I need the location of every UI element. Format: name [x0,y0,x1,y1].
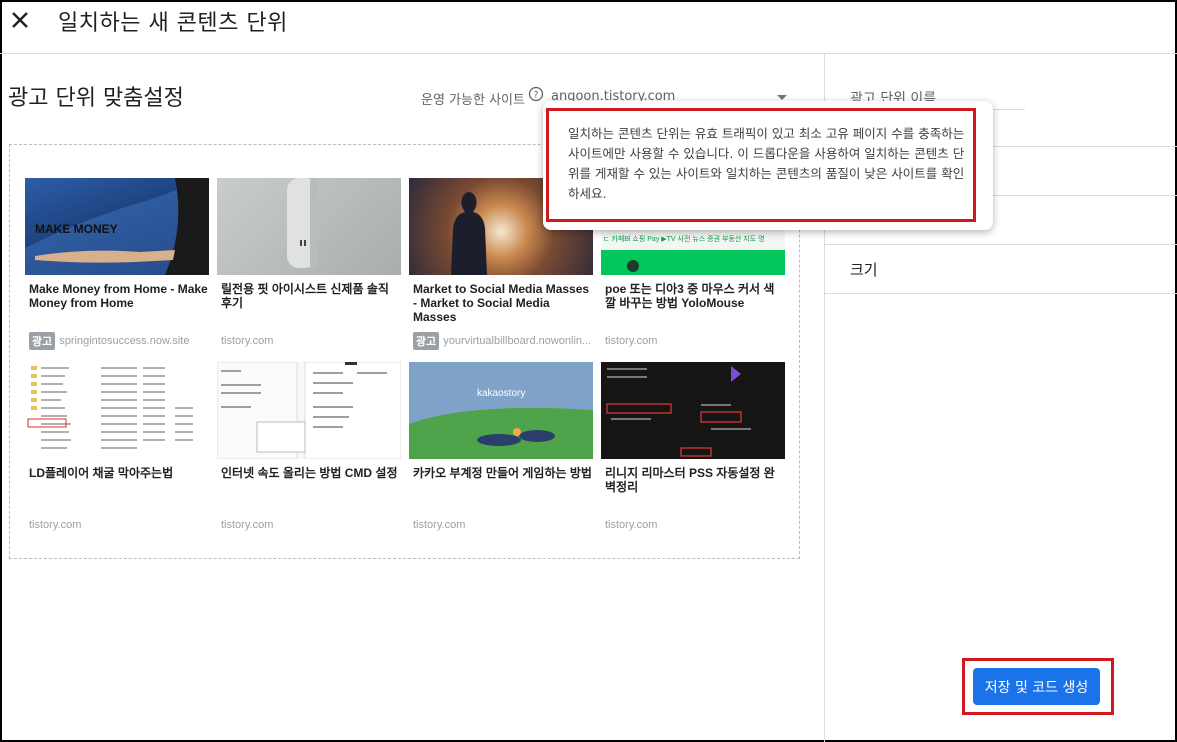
card-source: tistory.com [413,516,593,534]
card-thumbnail: MAKE MONEY [25,178,209,275]
card-source: tistory.com [605,332,785,350]
dialog-header: 일치하는 새 콘텐츠 단위 [0,0,1177,54]
card-source: 광고 springintosuccess.now.site [29,332,209,350]
thumb-text: ㄷ 카페Bl 쇼핑 Pay ▶TV 사전 뉴스 증권 부동산 지도 영 [603,236,765,243]
card-source: tistory.com [605,516,785,534]
thumb-text: MAKE MONEY [35,222,118,236]
card-thumbnail [601,362,785,459]
card-title: poe 또는 디아3 중 마우스 커서 색깔 바꾸는 방법 YoloMouse [605,282,775,310]
divider [825,244,1177,245]
card-title: 릴전용 핏 아이시스트 신제품 솔직 후기 [221,282,389,310]
source-text: yourvirtualbillboard.nowonlin... [443,335,592,347]
source-text: tistory.com [413,519,466,531]
site-label: 운영 가능한 사이트 [421,93,525,108]
svg-text:?: ? [534,91,539,101]
card-thumbnail [217,362,401,459]
help-icon[interactable]: ? [528,86,544,102]
card-thumbnail [25,362,209,459]
size-label: 크기 [850,261,878,279]
card-source: tistory.com [221,332,401,350]
card-source: tistory.com [29,516,209,534]
card-thumbnail [217,178,401,275]
save-and-generate-button[interactable]: 저장 및 코드 생성 [973,668,1100,705]
card-title: Market to Social Media Masses - Market t… [413,282,590,324]
card-source: tistory.com [221,516,401,534]
dropdown-arrow-icon [777,95,787,100]
source-text: tistory.com [221,335,274,347]
source-text: tistory.com [29,519,82,531]
tooltip-text: 일치하는 콘텐츠 단위는 유효 트래픽이 있고 최소 고유 페이지 수를 충족하… [568,126,965,201]
card-thumbnail: kakaostory [409,362,593,459]
source-text: tistory.com [605,519,658,531]
dialog-title: 일치하는 새 콘텐츠 단위 [58,11,288,36]
close-icon[interactable] [8,8,32,32]
card-title: 카카오 부계정 만들어 게임하는 방법 [413,466,592,480]
card-title: LD플레이어 채굴 막아주는법 [29,466,174,480]
card-title: 리니지 리마스터 PSS 자동설정 완벽정리 [605,466,775,494]
card-title: 인터넷 속도 올리는 방법 CMD 설정 [221,466,398,480]
thumb-text: kakaostory [477,388,526,399]
ad-badge: 광고 [413,332,440,350]
card-title: Make Money from Home - Make Money from H… [29,282,208,310]
source-text: tistory.com [221,519,274,531]
source-text: tistory.com [605,335,658,347]
card-source: 광고 yourvirtualbillboard.nowonlin... [413,332,593,350]
section-title: 광고 단위 맞춤설정 [8,86,184,111]
divider [825,293,1177,294]
ad-badge: 광고 [29,332,56,350]
source-text: springintosuccess.now.site [59,335,190,347]
